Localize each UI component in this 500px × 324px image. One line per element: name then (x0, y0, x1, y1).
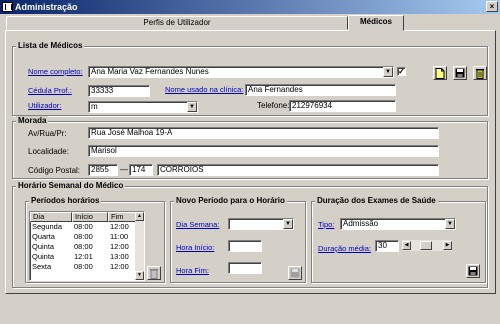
utilizador-combo[interactable]: m ▼ (88, 101, 198, 113)
delete-button[interactable] (473, 66, 487, 80)
table-row[interactable]: Segunda 08:00 12:00 (30, 222, 144, 232)
codigo-postal-2-field[interactable]: 174 (129, 164, 153, 176)
col-fim[interactable]: Fim (108, 212, 136, 222)
cell-dia: Quarta (32, 232, 55, 241)
periodos-listview[interactable]: Dia Início Fim Segunda 08:00 12:00 Quart… (29, 211, 145, 281)
floppy-disk-icon (455, 68, 465, 78)
cell-dia: Quinta (32, 242, 55, 251)
hora-inicio-label: Hora Início: (176, 243, 215, 252)
tab-label: Perfis de Utilizador (143, 18, 211, 27)
lista-medicos-group (12, 46, 488, 116)
cell-fim: 12:00 (110, 242, 129, 251)
table-row[interactable]: Quinta 12:01 13:00 (30, 252, 144, 262)
codigo-postal-localidade-field[interactable]: CORROIOS (157, 164, 439, 176)
cedula-label: Cédula Prof.: (28, 86, 72, 95)
trash-icon (476, 68, 484, 79)
table-row[interactable]: Quinta 08:00 12:00 (30, 242, 144, 252)
col-dia[interactable]: Dia (30, 212, 72, 222)
hora-fim-field[interactable] (228, 262, 262, 274)
horario-title: Horário Semanal do Médico (16, 181, 126, 190)
save-button[interactable] (453, 66, 467, 80)
nome-clinica-field[interactable]: Ana Fernandes (245, 84, 396, 96)
scroll-right-icon[interactable]: ▶ (443, 241, 452, 250)
cell-inicio: 08:00 (74, 242, 93, 251)
dropdown-arrow-icon[interactable]: ▼ (445, 219, 455, 229)
floppy-disk-icon (468, 266, 478, 276)
listview-header: Dia Início Fim (30, 212, 144, 222)
duracao-title: Duração dos Exames de Saúde (315, 196, 438, 205)
cell-dia: Quinta (32, 252, 55, 261)
duracao-media-label: Duração média: (318, 244, 371, 253)
nome-checkbox[interactable]: ✓ (397, 67, 406, 76)
av-field[interactable]: Rua José Malhoa 19-A (88, 127, 439, 139)
cell-fim: 12:00 (110, 262, 129, 271)
col-inicio[interactable]: Início (72, 212, 108, 222)
dropdown-arrow-icon[interactable]: ▼ (283, 219, 293, 229)
dia-semana-label: Dia Semana: (176, 220, 220, 229)
new-document-icon (435, 67, 445, 79)
codigo-postal-separator: — (120, 165, 128, 174)
tipo-label: Tipo: (318, 220, 335, 229)
telefone-field[interactable]: 212976934 (289, 100, 396, 112)
cell-inicio: 12:01 (74, 252, 93, 261)
av-label: Av/Rua/Pr: (28, 129, 67, 138)
delete-period-button[interactable] (147, 266, 161, 280)
trash-icon (150, 268, 158, 279)
telefone-label: Telefone: (257, 101, 290, 110)
morada-title: Morada (16, 116, 49, 125)
tipo-value: Admissão (343, 219, 379, 228)
app-icon (2, 2, 13, 12)
title-bar: Administração (0, 0, 500, 14)
scroll-down-icon[interactable]: ▼ (135, 271, 144, 280)
nome-completo-combo[interactable]: Ana Maria Vaz Fernandes Nunes ▼ (88, 66, 394, 78)
listview-scrollbar[interactable]: ▲ ▼ (135, 212, 144, 280)
lista-medicos-title: Lista de Médicos (16, 41, 85, 50)
cell-inicio: 08:00 (74, 262, 93, 271)
cedula-field[interactable]: 33333 (88, 85, 150, 97)
hora-inicio-field[interactable] (228, 240, 262, 252)
cell-inicio: 08:00 (74, 222, 93, 231)
cell-inicio: 08:00 (74, 232, 93, 241)
nome-completo-value: Ana Maria Vaz Fernandes Nunes (91, 67, 209, 76)
dia-semana-combo[interactable]: ▼ (228, 218, 294, 230)
novo-periodo-title: Novo Período para o Horário (174, 196, 287, 205)
close-button[interactable]: × (486, 1, 498, 12)
cell-dia: Sexta (32, 262, 52, 271)
cell-fim: 12:00 (110, 222, 129, 231)
scroll-left-icon[interactable]: ◀ (402, 241, 411, 250)
cell-fim: 11:00 (110, 232, 129, 241)
slider-thumb[interactable] (420, 241, 432, 250)
nome-clinica-label: Nome usado na clínica: (165, 85, 244, 94)
codigo-postal-label: Código Postal: (28, 166, 81, 175)
cell-fim: 13:00 (110, 252, 129, 261)
duracao-slider[interactable]: ◀ ▶ (402, 240, 452, 251)
table-row[interactable]: Sexta 08:00 12:00 (30, 262, 144, 272)
tab-perfis-utilizador[interactable]: Perfis de Utilizador (6, 16, 348, 30)
table-row[interactable]: Quarta 08:00 11:00 (30, 232, 144, 242)
utilizador-value: m (91, 102, 98, 111)
tipo-combo[interactable]: Admissão ▼ (340, 218, 456, 230)
scroll-up-icon[interactable]: ▲ (135, 212, 144, 221)
duracao-media-field[interactable]: 30 (375, 240, 399, 252)
nome-completo-label: Nome completo: (28, 67, 83, 76)
save-duracao-button[interactable] (466, 264, 480, 278)
periodos-title: Períodos horários (29, 196, 102, 205)
dropdown-arrow-icon[interactable]: ▼ (187, 102, 197, 112)
tab-medicos[interactable]: Médicos (348, 15, 404, 31)
window-title: Administração (15, 2, 78, 12)
floppy-disk-icon (290, 268, 300, 278)
hora-fim-label: Hora Fim: (176, 266, 209, 275)
dropdown-arrow-icon[interactable]: ▼ (383, 67, 393, 77)
cell-dia: Segunda (32, 222, 63, 231)
codigo-postal-1-field[interactable]: 2855 (88, 164, 118, 176)
check-mark-icon: ✓ (398, 67, 405, 76)
tab-label: Médicos (359, 17, 392, 26)
new-button[interactable] (433, 66, 447, 80)
localidade-field[interactable]: Marisol (88, 145, 439, 157)
utilizador-label: Utilizador: (28, 101, 62, 110)
save-period-button[interactable] (288, 266, 302, 280)
localidade-label: Localidade: (28, 147, 69, 156)
